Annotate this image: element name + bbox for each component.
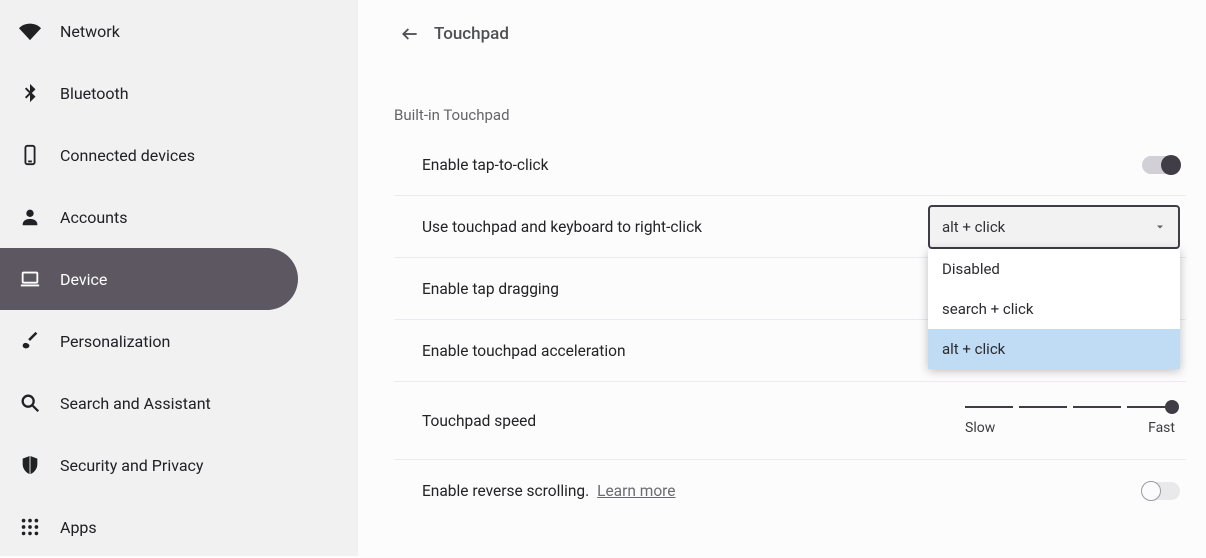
sidebar-item-label: Accounts [60, 208, 127, 227]
sidebar-item-network[interactable]: Network [0, 0, 358, 62]
sidebar-item-label: Personalization [60, 332, 170, 351]
tap-to-click-toggle[interactable] [1142, 156, 1180, 174]
sidebar-item-accounts[interactable]: Accounts [0, 186, 358, 248]
dropdown-option-alt-click[interactable]: alt + click [928, 329, 1180, 369]
reverse-scrolling-toggle[interactable] [1142, 482, 1180, 500]
sidebar-item-bluetooth[interactable]: Bluetooth [0, 62, 358, 124]
main-content: Touchpad Built-in Touchpad Enable tap-to… [358, 0, 1206, 556]
setting-label: Enable tap-to-click [422, 156, 549, 174]
setting-tap-to-click: Enable tap-to-click [394, 134, 1186, 196]
person-icon [18, 205, 42, 229]
chevron-down-icon [1154, 221, 1166, 233]
sidebar-item-label: Apps [60, 518, 97, 537]
sidebar-item-device[interactable]: Device [0, 248, 298, 310]
sidebar-item-label: Network [60, 22, 120, 41]
search-icon [18, 391, 42, 415]
setting-right-click: Use touchpad and keyboard to right-click… [394, 196, 1186, 258]
dropdown-option-search-click[interactable]: search + click [928, 289, 1180, 329]
dropdown-option-disabled[interactable]: Disabled [928, 249, 1180, 289]
sidebar-item-label: Device [60, 270, 107, 289]
right-click-dropdown: Disabled search + click alt + click [928, 249, 1180, 369]
learn-more-link[interactable]: Learn more [597, 482, 675, 500]
brush-icon [18, 329, 42, 353]
setting-label: Use touchpad and keyboard to right-click [422, 218, 702, 236]
setting-label: Enable reverse scrolling. Learn more [422, 482, 676, 500]
speed-slider[interactable] [965, 406, 1175, 408]
slider-min-label: Slow [965, 420, 995, 436]
sidebar: Network Bluetooth Connected devices Acco… [0, 0, 358, 556]
setting-label: Touchpad speed [422, 412, 536, 430]
wifi-icon [18, 19, 42, 43]
setting-reverse-scrolling: Enable reverse scrolling. Learn more [394, 460, 1186, 522]
page-title: Touchpad [434, 24, 509, 44]
bluetooth-icon [18, 81, 42, 105]
sidebar-item-label: Connected devices [60, 146, 195, 165]
sidebar-item-connected-devices[interactable]: Connected devices [0, 124, 358, 186]
sidebar-item-security-privacy[interactable]: Security and Privacy [0, 434, 358, 496]
section-label: Built-in Touchpad [394, 106, 1186, 124]
back-button[interactable] [394, 18, 426, 50]
page-header: Touchpad [394, 14, 1186, 54]
setting-speed: Touchpad speed Slow Fast [394, 382, 1186, 460]
sidebar-item-label: Search and Assistant [60, 394, 211, 413]
slider-max-label: Fast [1148, 420, 1175, 436]
sidebar-item-label: Bluetooth [60, 84, 129, 103]
arrow-left-icon [400, 24, 420, 44]
sidebar-item-label: Security and Privacy [60, 456, 203, 475]
laptop-icon [18, 267, 42, 291]
sidebar-item-apps[interactable]: Apps [0, 496, 358, 558]
phone-icon [18, 143, 42, 167]
setting-label: Enable touchpad acceleration [422, 342, 626, 360]
speed-slider-wrap: Slow Fast [960, 406, 1180, 436]
sidebar-item-personalization[interactable]: Personalization [0, 310, 358, 372]
sidebar-item-search-assistant[interactable]: Search and Assistant [0, 372, 358, 434]
slider-knob[interactable] [1165, 400, 1179, 414]
shield-icon [18, 453, 42, 477]
select-value: alt + click [942, 218, 1005, 236]
apps-icon [18, 515, 42, 539]
setting-label: Enable tap dragging [422, 280, 559, 298]
right-click-select[interactable]: alt + click Disabled search + click alt … [928, 205, 1180, 249]
